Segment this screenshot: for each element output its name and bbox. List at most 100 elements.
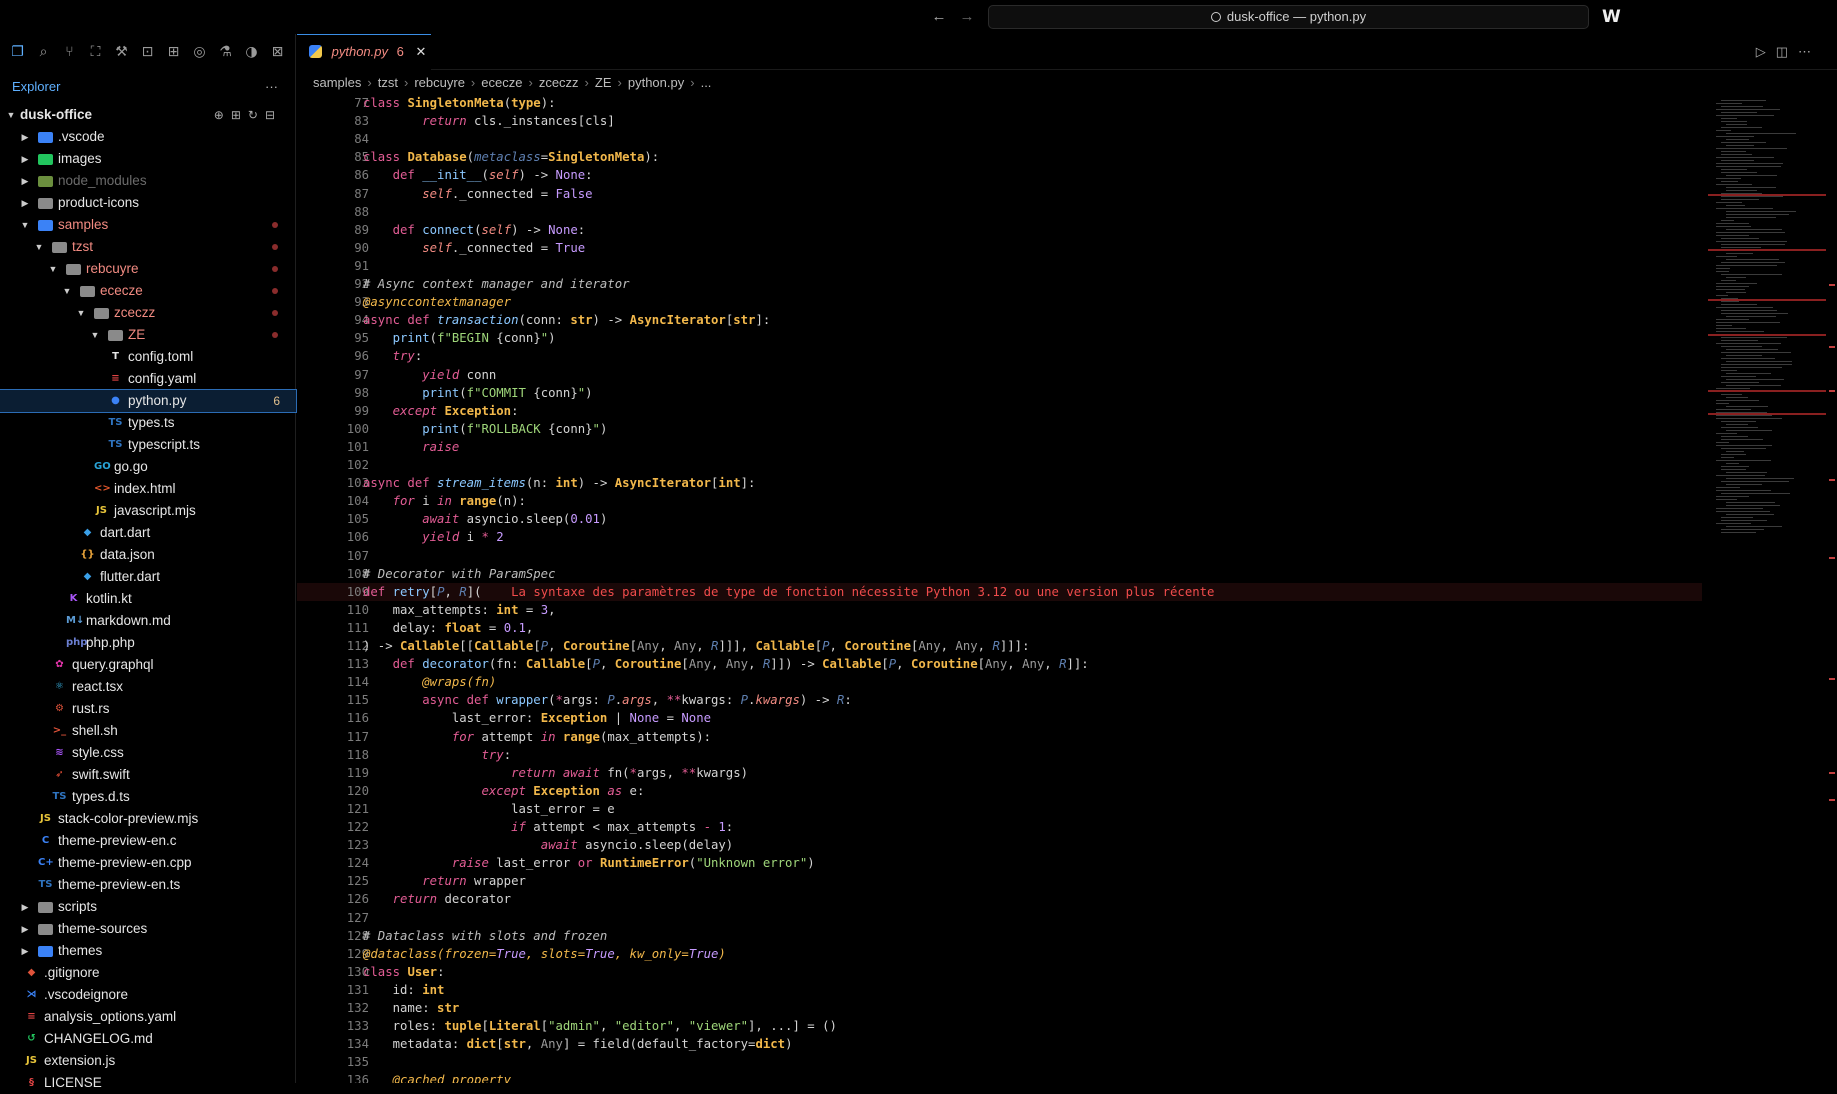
chevron-down-icon[interactable]: ▼ — [62, 280, 72, 302]
code-line[interactable]: 101 raise — [297, 438, 1702, 456]
code-line[interactable]: 100 print(f"ROLLBACK {conn}") — [297, 420, 1702, 438]
files-icon[interactable]: ❐ — [8, 43, 27, 62]
file-item[interactable]: ✿ query.graphql — [0, 654, 296, 676]
debug-icon[interactable]: ⚒ — [112, 43, 131, 62]
testing-icon[interactable]: ⚗ — [216, 43, 235, 62]
code-line[interactable]: 108 # Decorator with ParamSpec — [297, 565, 1702, 583]
folder-item[interactable]: ▶ images — [0, 148, 296, 170]
code-line[interactable]: 116 last_error: Exception | None = None — [297, 709, 1702, 727]
chevron-right-icon[interactable]: ▶ — [20, 896, 30, 918]
file-item[interactable]: ⚛ react.tsx — [0, 676, 296, 698]
breadcrumb-item[interactable]: python.py — [628, 75, 684, 90]
file-item[interactable]: ◆ .gitignore — [0, 962, 296, 984]
code-editor[interactable]: 77 class SingletonMeta(type): 83 return cl… — [297, 94, 1702, 1083]
code-line[interactable]: 113 def decorator(fn: Callable[P, Corout… — [297, 655, 1702, 673]
code-line[interactable]: 109 def retry[P, R]( La syntaxe des param… — [297, 582, 1702, 601]
extensions-icon[interactable]: ⊞ — [164, 43, 183, 62]
chevron-down-icon[interactable]: ▼ — [76, 302, 86, 324]
code-line[interactable]: 136 @cached_property — [297, 1071, 1702, 1083]
search-icon[interactable]: ⌕ — [34, 43, 53, 62]
code-line[interactable]: 126 return decorator — [297, 890, 1702, 908]
code-line[interactable]: 96 try: — [297, 347, 1702, 365]
breadcrumb-item[interactable]: ... — [701, 75, 712, 90]
breadcrumb-item[interactable]: rebcuyre — [414, 75, 465, 90]
source-control-icon[interactable]: ⑂ — [60, 43, 79, 62]
file-item[interactable]: TS typescript.ts — [0, 434, 296, 456]
chevron-right-icon[interactable]: ▶ — [20, 148, 30, 170]
folder-item[interactable]: ▼ samples — [0, 214, 296, 236]
code-line[interactable]: 93 @asynccontextmanager — [297, 293, 1702, 311]
code-line[interactable]: 91 — [297, 257, 1702, 275]
file-item[interactable]: Kkotlin.kt — [0, 588, 296, 610]
file-item[interactable]: ⚙ rust.rs — [0, 698, 296, 720]
file-item[interactable]: C+ theme-preview-en.cpp — [0, 852, 296, 874]
folder-item[interactable]: ▶ theme-sources — [0, 918, 296, 940]
run-icon[interactable]: ▷ — [1756, 44, 1776, 59]
map-icon[interactable]: ⛶ — [86, 43, 105, 62]
code-line[interactable]: 135 — [297, 1053, 1702, 1071]
folder-item[interactable]: ▼ zceczz — [0, 302, 296, 324]
code-line[interactable]: 94 async def transaction(conn: str) -> As… — [297, 311, 1702, 329]
breadcrumb-item[interactable]: ececze — [481, 75, 522, 90]
file-item[interactable]: JS extension.js — [0, 1050, 296, 1072]
code-line[interactable]: 89 def connect(self) -> None: — [297, 221, 1702, 239]
folder-item[interactable]: ▶ node_modules — [0, 170, 296, 192]
code-line[interactable]: 118 try: — [297, 746, 1702, 764]
file-item[interactable]: TS types.ts — [0, 412, 296, 434]
explorer-actions[interactable]: ⊕⊞↻⊟ — [214, 104, 282, 126]
more-actions-icon[interactable]: ⋯ — [1798, 44, 1821, 59]
code-line[interactable]: 119 return await fn(*args, **kwargs) — [297, 764, 1702, 782]
tab-python-py[interactable]: python.py 6 ✕ — [297, 34, 431, 70]
file-item[interactable]: ● python.py 6 — [0, 389, 297, 413]
chevron-down-icon[interactable]: ▼ — [48, 258, 58, 280]
file-item[interactable]: ⋊ .vscodeignore — [0, 984, 296, 1006]
code-line[interactable]: 90 self._connected = True — [297, 239, 1702, 257]
chevron-right-icon[interactable]: ▶ — [20, 192, 30, 214]
file-item[interactable]: TS types.d.ts — [0, 786, 296, 808]
code-line[interactable]: 115 async def wrapper(*args: P.args, **k… — [297, 691, 1702, 709]
file-item[interactable]: php php.php — [0, 632, 296, 654]
code-line[interactable]: 87 self._connected = False — [297, 185, 1702, 203]
code-line[interactable]: 134 metadata: dict[str, Any] = field(def… — [297, 1035, 1702, 1053]
code-line[interactable]: 107 — [297, 547, 1702, 565]
folder-item[interactable]: ▶ themes — [0, 940, 296, 962]
code-line[interactable]: 125 return wrapper — [297, 872, 1702, 890]
breadcrumb-item[interactable]: tzst — [378, 75, 398, 90]
code-line[interactable]: 110 max_attempts: int = 3, — [297, 601, 1702, 619]
code-line[interactable]: 77 class SingletonMeta(type): — [297, 94, 1702, 112]
file-item[interactable]: ↺ CHANGELOG.md — [0, 1028, 296, 1050]
code-line[interactable]: 99 except Exception: — [297, 402, 1702, 420]
folder-item[interactable]: ▶ .vscode — [0, 126, 296, 148]
command-center[interactable]: dusk-office — python.py — [988, 5, 1589, 29]
file-item[interactable]: >_ shell.sh — [0, 720, 296, 742]
code-line[interactable]: 111 delay: float = 0.1, — [297, 619, 1702, 637]
code-line[interactable]: 98 print(f"COMMIT {conn}") — [297, 384, 1702, 402]
file-item[interactable]: ≡ analysis_options.yaml — [0, 1006, 296, 1028]
file-item[interactable]: <> index.html — [0, 478, 296, 500]
timeline-icon[interactable]: ◑ — [242, 43, 261, 62]
code-line[interactable]: 112) -> Callable[[Callable[P, Coroutine[… — [297, 637, 1702, 655]
code-line[interactable]: 106 yield i * 2 — [297, 528, 1702, 546]
code-line[interactable]: 128 # Dataclass with slots and frozen — [297, 927, 1702, 945]
code-line[interactable]: 97 yield conn — [297, 366, 1702, 384]
code-line[interactable]: 92 # Async context manager and iterator — [297, 275, 1702, 293]
arrow-right-icon[interactable]: → — [958, 8, 976, 26]
code-line[interactable]: 85 class Database(metaclass=SingletonMeta… — [297, 148, 1702, 166]
file-item[interactable]: TS theme-preview-en.ts — [0, 874, 296, 896]
code-line[interactable]: 114 @wraps(fn) — [297, 673, 1702, 691]
breadcrumb-item[interactable]: samples — [313, 75, 361, 90]
chevron-right-icon[interactable]: ▶ — [20, 918, 30, 940]
file-item[interactable]: GO go.go — [0, 456, 296, 478]
overview-ruler[interactable] — [1827, 94, 1837, 1083]
code-line[interactable]: 132 name: str — [297, 999, 1702, 1017]
file-item[interactable]: ◆ dart.dart — [0, 522, 296, 544]
code-line[interactable]: 129 @dataclass(frozen=True, slots=True, k… — [297, 945, 1702, 963]
code-line[interactable]: 124 raise last_error or RuntimeError("Un… — [297, 854, 1702, 872]
code-line[interactable]: 133 roles: tuple[Literal["admin", "edito… — [297, 1017, 1702, 1035]
chevron-down-icon[interactable]: ▼ — [90, 324, 100, 346]
code-line[interactable]: 130 class User: — [297, 963, 1702, 981]
code-line[interactable]: 120 except Exception as e: — [297, 782, 1702, 800]
minimap[interactable] — [1708, 94, 1826, 1083]
code-line[interactable]: 86 def __init__(self) -> None: — [297, 166, 1702, 184]
code-line[interactable]: 123 await asyncio.sleep(delay) — [297, 836, 1702, 854]
